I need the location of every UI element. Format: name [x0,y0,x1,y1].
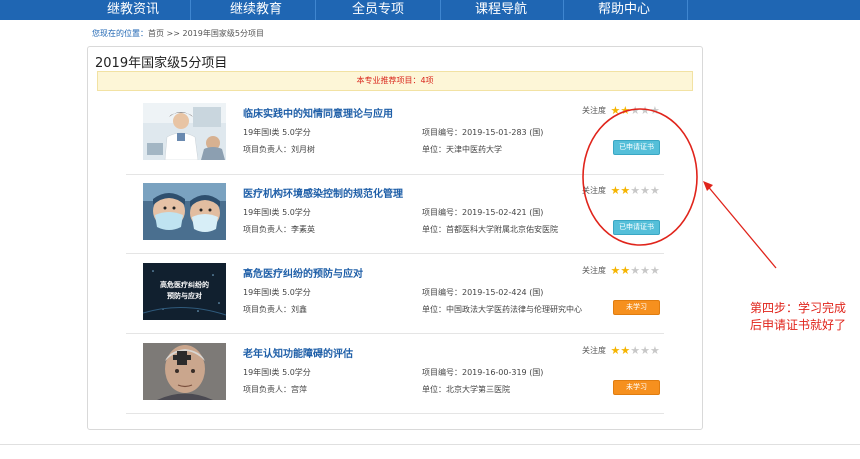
divider [126,333,664,334]
footer-divider [0,444,860,445]
not-learned-button[interactable]: 未学习 [613,300,660,315]
course-credit: 19年国I类 5.0学分 [243,208,311,217]
course-item: 高危医疗纠纷的 预防与应对 高危医疗纠纷的预防与应对 19年国I类 5.0学分 … [126,255,664,325]
star-filled-icon: ★ [610,343,621,357]
star-empty-icon: ★ [650,343,660,357]
doctor-photo-icon[interactable] [143,103,226,160]
certificate-applied-button[interactable]: 已申请证书 [613,140,660,155]
star-filled-icon: ★ [610,103,621,117]
nav-divider [563,0,564,20]
course-title-link[interactable]: 老年认知功能障碍的评估 [243,345,353,360]
course-item: 临床实践中的知情同意理论与应用 19年国I类 5.0学分 项目负责人：刘月树 项… [126,95,664,165]
breadcrumb-home-link[interactable]: 首页 [148,29,164,38]
focus-label: 关注度 [582,106,606,115]
star-rating: ★★★★★ [610,263,660,277]
nav-item-course-navigation[interactable]: 课程导航 [453,0,549,20]
course-leader: 项目负责人：宫萍 [243,385,307,394]
course-credit: 19年国I类 5.0学分 [243,128,311,137]
nav-divider [440,0,441,20]
course-code: 项目编号：2019-16-00-319 (国) [422,368,544,377]
star-filled-icon: ★ [620,183,631,197]
course-cover-thumbnail[interactable]: 高危医疗纠纷的 预防与应对 [143,263,226,320]
nav-item-help-center[interactable]: 帮助中心 [576,0,672,20]
star-empty-icon: ★ [630,183,641,197]
star-filled-icon: ★ [620,263,631,277]
nav-divider [687,0,688,20]
star-empty-icon: ★ [640,103,651,117]
course-credit: 19年国I类 5.0学分 [243,288,311,297]
course-title-link[interactable]: 临床实践中的知情同意理论与应用 [243,105,393,120]
star-empty-icon: ★ [630,263,641,277]
course-leader: 项目负责人：李素英 [243,225,315,234]
thumbnail-caption: 高危医疗纠纷的 预防与应对 [160,281,209,300]
elderly-man-photo-icon[interactable] [143,343,226,400]
nav-item-all-staff[interactable]: 全员专项 [330,0,426,20]
not-learned-button[interactable]: 未学习 [613,380,660,395]
nav-item-continuing-education[interactable]: 继续教育 [208,0,304,20]
star-empty-icon: ★ [650,103,660,117]
certificate-applied-button[interactable]: 已申请证书 [613,220,660,235]
annotation-arrow-line [705,183,777,269]
course-panel: 2019年国家级5分项目 本专业推荐项目：4项 临床实践中的知情同意理论与应用 … [87,46,703,430]
star-filled-icon: ★ [610,183,621,197]
course-item: 医疗机构环境感染控制的规范化管理 19年国I类 5.0学分 项目负责人：李素英 … [126,175,664,245]
course-unit: 单位：首都医科大学附属北京佑安医院 [422,225,558,234]
star-rating: ★★★★★ [610,343,660,357]
star-empty-icon: ★ [640,343,651,357]
star-empty-icon: ★ [640,183,651,197]
course-credit: 19年国I类 5.0学分 [243,368,311,377]
course-code: 项目编号：2019-15-02-424 (国) [422,288,544,297]
masked-nurses-photo-icon[interactable] [143,183,226,240]
star-filled-icon: ★ [620,103,631,117]
star-empty-icon: ★ [630,343,641,357]
nav-divider [190,0,191,20]
course-title-link[interactable]: 高危医疗纠纷的预防与应对 [243,265,363,280]
course-title-link[interactable]: 医疗机构环境感染控制的规范化管理 [243,185,403,200]
focus-rating: 关注度 ★★★★★ [582,185,660,196]
star-filled-icon: ★ [620,343,631,357]
star-filled-icon: ★ [610,263,621,277]
course-unit: 单位：北京大学第三医院 [422,385,510,394]
top-nav: 继教资讯 继续教育 全员专项 课程导航 帮助中心 [0,0,860,20]
course-leader: 项目负责人：刘月树 [243,145,315,154]
course-code: 项目编号：2019-15-01-283 (国) [422,128,544,137]
focus-rating: 关注度 ★★★★★ [582,105,660,116]
annotation-text: 第四步：学习完成后申请证书就好了 [750,301,847,332]
star-empty-icon: ★ [650,263,660,277]
nav-item-news[interactable]: 继教资讯 [85,0,181,20]
page-title: 2019年国家级5分项目 [95,56,228,71]
focus-label: 关注度 [582,186,606,195]
divider [126,413,664,414]
focus-rating: 关注度 ★★★★★ [582,265,660,276]
focus-label: 关注度 [582,346,606,355]
star-rating: ★★★★★ [610,183,660,197]
breadcrumb-current: 2019年国家级5分项目 [182,29,264,38]
star-empty-icon: ★ [630,103,641,117]
course-unit: 单位：天津中医药大学 [422,145,502,154]
nav-divider [315,0,316,20]
focus-rating: 关注度 ★★★★★ [582,345,660,356]
course-leader: 项目负责人：刘鑫 [243,305,307,314]
course-item: 老年认知功能障碍的评估 19年国I类 5.0学分 项目负责人：宫萍 项目编号：2… [126,335,664,405]
star-empty-icon: ★ [640,263,651,277]
focus-label: 关注度 [582,266,606,275]
breadcrumb: 您现在的位置：首页 >> 2019年国家级5分项目 [92,28,264,39]
breadcrumb-label: 您现在的位置： [92,29,148,38]
divider [126,253,664,254]
recommend-notice: 本专业推荐项目：4项 [97,71,693,91]
annotation-arrowhead [703,181,713,191]
course-code: 项目编号：2019-15-02-421 (国) [422,208,544,217]
star-rating: ★★★★★ [610,103,660,117]
breadcrumb-separator: >> [166,29,180,38]
course-unit: 单位：中国政法大学医药法律与伦理研究中心 [422,305,582,314]
star-empty-icon: ★ [650,183,660,197]
